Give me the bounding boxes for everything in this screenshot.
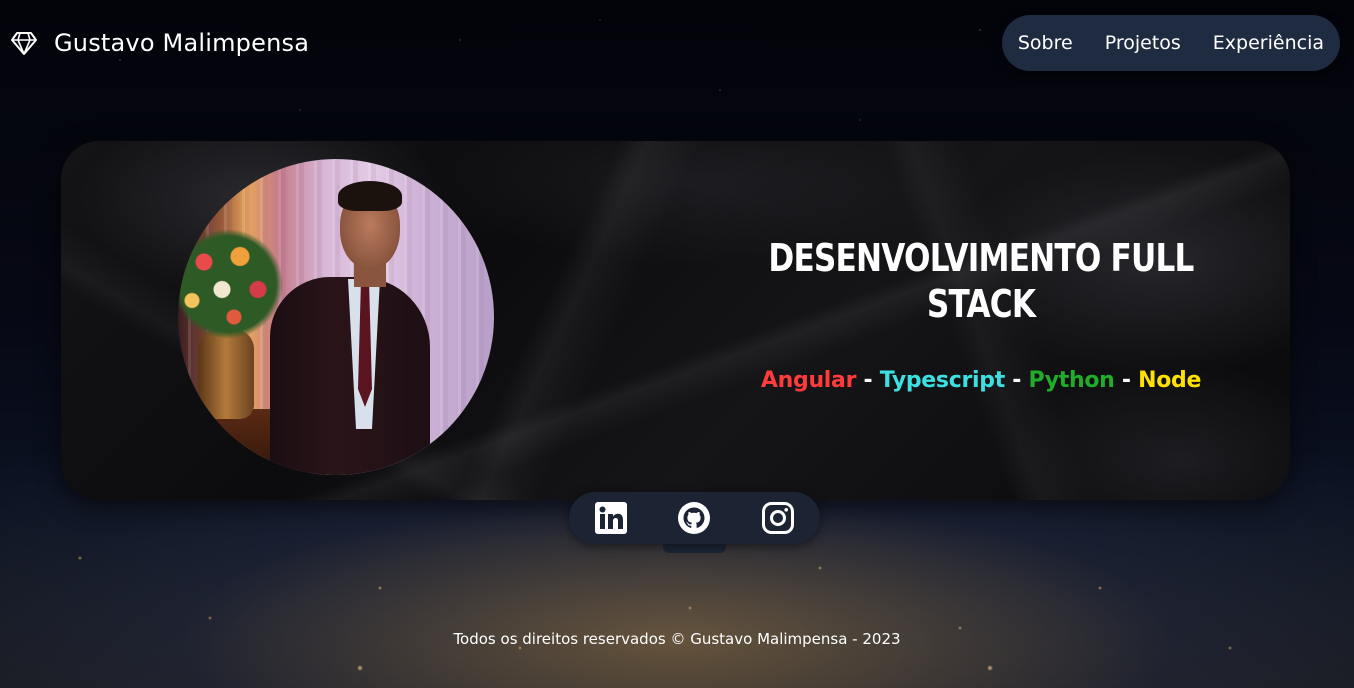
social-links-bar — [569, 492, 820, 544]
brand[interactable]: Gustavo Malimpensa — [10, 26, 309, 60]
photo-hair — [338, 181, 402, 211]
tech-python: Python — [1028, 368, 1115, 393]
profile-photo — [178, 159, 494, 475]
diamond-icon — [11, 32, 37, 55]
nav-link-sobre[interactable]: Sobre — [1018, 31, 1073, 55]
hero-title: Desenvolvimento Full Stack — [768, 236, 1194, 326]
tech-separator: - — [1121, 368, 1131, 393]
tech-angular: Angular — [760, 368, 857, 393]
instagram-link[interactable] — [760, 500, 796, 536]
instagram-icon — [762, 502, 795, 534]
github-link[interactable] — [676, 500, 712, 536]
tech-node: Node — [1138, 368, 1202, 393]
linkedin-icon — [594, 502, 627, 534]
tech-stack: Angular - Typescript - Python - Node — [721, 364, 1241, 398]
site-header: Gustavo Malimpensa Sobre Projetos Experi… — [0, 0, 1354, 86]
nav-link-experiencia[interactable]: Experiência — [1213, 31, 1324, 55]
tech-separator: - — [863, 368, 873, 393]
photo-vase — [198, 329, 254, 419]
linkedin-link[interactable] — [593, 500, 629, 536]
page: Gustavo Malimpensa Sobre Projetos Experi… — [0, 0, 1354, 688]
tech-typescript: Typescript — [879, 368, 1006, 393]
brand-name: Gustavo Malimpensa — [54, 29, 310, 57]
tech-separator: - — [1012, 368, 1022, 393]
nav-link-projetos[interactable]: Projetos — [1105, 31, 1181, 55]
hero-card: Desenvolvimento Full Stack Angular - Typ… — [61, 141, 1290, 500]
main-nav: Sobre Projetos Experiência — [1001, 15, 1340, 71]
github-icon — [678, 502, 711, 534]
footer-copyright: Todos os direitos reservados © Gustavo M… — [453, 630, 901, 648]
